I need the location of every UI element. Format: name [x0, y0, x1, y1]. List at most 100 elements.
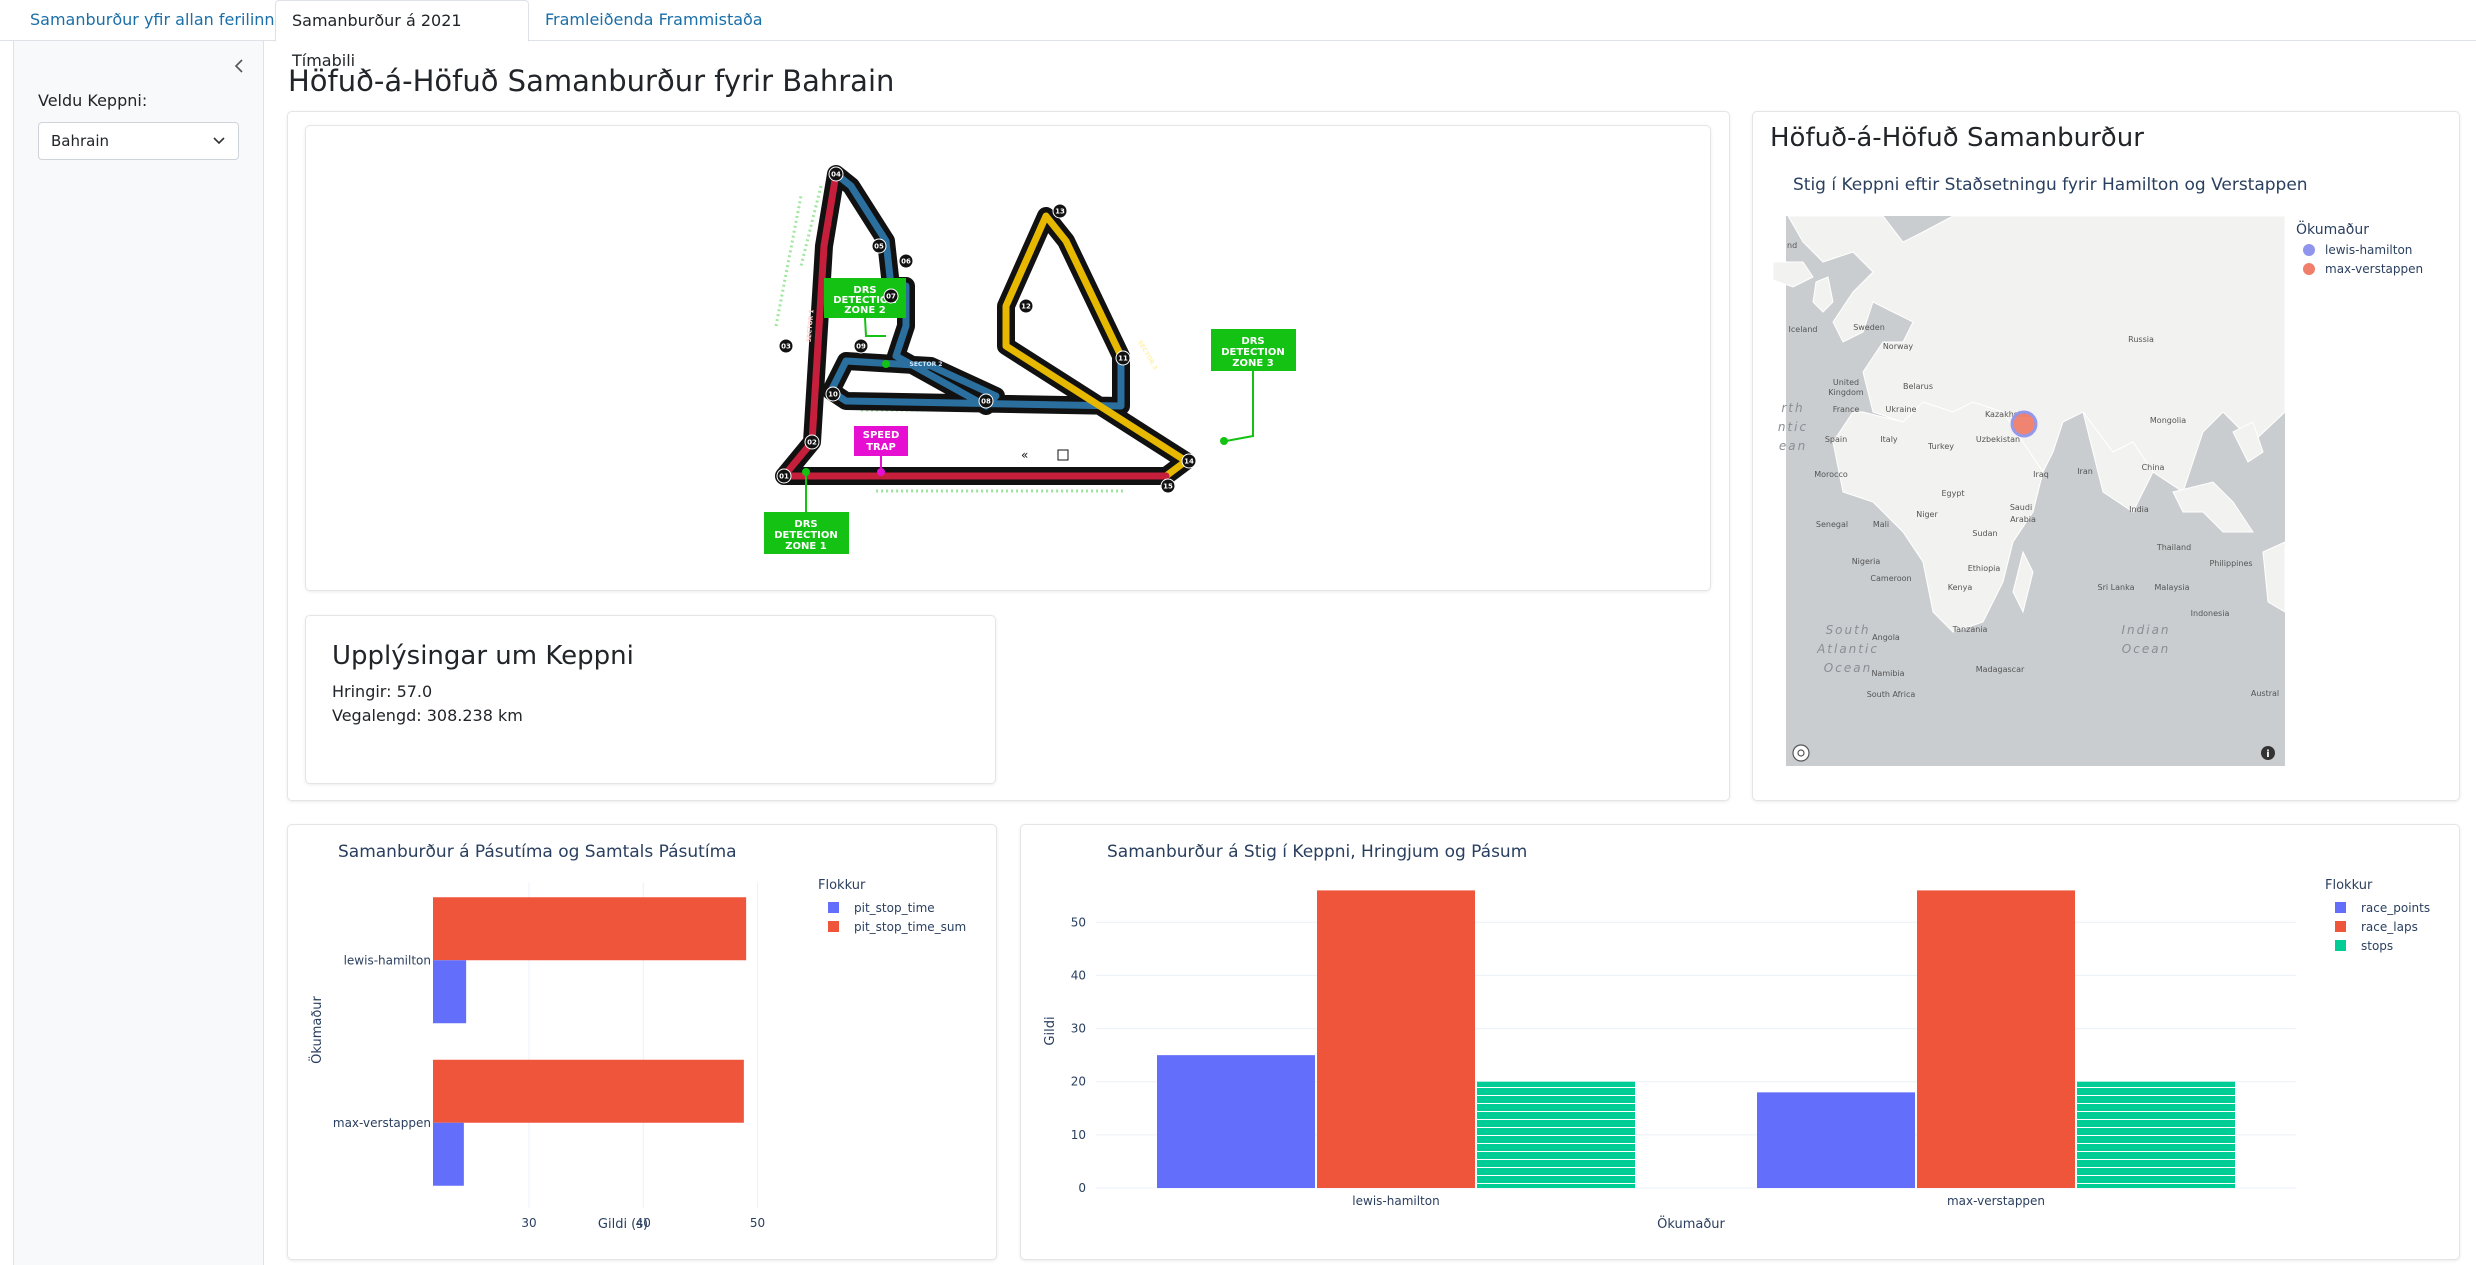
- map-place-label: Iraq: [2033, 470, 2049, 479]
- pit-x-axis-title: Gildi (s): [598, 1217, 648, 1232]
- map-place-label: South Africa: [1867, 690, 1916, 699]
- map-legend-item-max-verstappen[interactable]: max-verstappen: [2303, 262, 2423, 276]
- map-marker-bahrain[interactable]: [2010, 410, 2038, 438]
- map-place-label: Italy: [1880, 435, 1898, 444]
- map-panel: Höfuð-á-Höfuð Samanburður Stig í Keppni …: [1752, 111, 2460, 801]
- pit-legend-item-pit_stop_time[interactable]: pit_stop_time: [828, 901, 935, 915]
- points-legend-item-stops[interactable]: stops: [2335, 939, 2393, 953]
- points-y-tick-label: 20: [1071, 1075, 1086, 1089]
- race-select-label: Veldu Keppni:: [38, 91, 148, 110]
- turn-marker-04: 04: [828, 166, 844, 182]
- points-x-tick-label: max-verstappen: [1947, 1194, 2045, 1208]
- points-legend-title: Flokkur: [2325, 878, 2373, 893]
- map-place-label: Ethiopia: [1968, 564, 2001, 573]
- svg-text:i: i: [2266, 749, 2269, 760]
- tab-constructor-performance[interactable]: Framleiðenda Frammistaða: [529, 0, 779, 41]
- map-place-label: Tanzania: [1952, 625, 1988, 634]
- sector-2-label: SECTOR 2: [910, 361, 943, 368]
- turn-marker-09: 09: [853, 338, 869, 354]
- map-ocean-label: South Atlantic Ocean: [1816, 623, 1879, 675]
- points-y-tick-label: 0: [1078, 1181, 1086, 1195]
- circuit-map-card: DRS DETECTION ZONE 2 DRS DETECTION ZONE …: [305, 125, 1711, 591]
- points-bar-race_laps-lewis-hamilton[interactable]: [1317, 890, 1475, 1188]
- points-bar-stops-lewis-hamilton[interactable]: [1477, 1081, 1635, 1188]
- svg-text:14: 14: [1184, 458, 1194, 466]
- map-place-label: Sudan: [1972, 529, 1997, 538]
- points-x-axis-title: Ökumaður: [1657, 1215, 1725, 1232]
- points-x-tick-label: lewis-hamilton: [1352, 1194, 1439, 1208]
- turn-marker-03: 03: [778, 338, 794, 354]
- points-bar-race_points-lewis-hamilton[interactable]: [1157, 1055, 1315, 1188]
- pit-legend-title: Flokkur: [818, 878, 866, 893]
- map-place-label: Egypt: [1941, 489, 1964, 498]
- map-place-label: Mongolia: [2150, 416, 2186, 425]
- map-place-label: Malaysia: [2155, 583, 2190, 592]
- points-bar-race_points-max-verstappen[interactable]: [1757, 1092, 1915, 1188]
- pit-chart-title: Samanburður á Pásutíma og Samtals Pásutí…: [338, 842, 737, 862]
- svg-text:10: 10: [828, 391, 838, 399]
- points-legend-item-race_laps[interactable]: race_laps: [2335, 920, 2418, 934]
- map-place-label: Sri Lanka: [2098, 583, 2135, 592]
- points-y-tick-label: 40: [1071, 968, 1086, 982]
- pit-y-tick-label: lewis-hamilton: [344, 953, 431, 967]
- race-select[interactable]: Bahrain: [38, 122, 239, 160]
- svg-text:race_laps: race_laps: [2361, 920, 2418, 934]
- points-y-axis-title: Gildi: [1043, 1016, 1058, 1045]
- pit-bar-pit_stop_time-max-verstappen[interactable]: [433, 1122, 464, 1186]
- svg-text:11: 11: [1118, 355, 1128, 363]
- pit-legend-item-pit_stop_time_sum[interactable]: pit_stop_time_sum: [828, 920, 966, 934]
- speed-trap-label: SPEED TRAP: [854, 426, 908, 456]
- turn-marker-15: 15: [1160, 478, 1176, 494]
- mapbox-logo-icon[interactable]: [1792, 744, 1810, 762]
- race-info-card: Upplýsingar um Keppni Hringir: 57.0 Vega…: [305, 615, 996, 784]
- world-map[interactable]: Iceland Sweden Norway Russia United Kingdom Be…: [1772, 215, 2286, 766]
- map-place-label: Iran: [2077, 467, 2093, 476]
- pit-bar-pit_stop_time_sum-lewis-hamilton[interactable]: [433, 897, 747, 961]
- turn-marker-08: 08: [978, 393, 994, 409]
- map-place-label: Norway: [1883, 342, 1914, 351]
- map-place-label: India: [2129, 505, 2149, 514]
- svg-text:13: 13: [1055, 208, 1065, 216]
- pit-y-tick-label: max-verstappen: [333, 1116, 431, 1130]
- race-laps: Hringir: 57.0: [332, 682, 433, 701]
- map-place-label: Thailand: [2156, 543, 2191, 552]
- info-icon[interactable]: i: [2261, 746, 2275, 760]
- turn-marker-11: 11: [1115, 350, 1131, 366]
- map-legend-title: Ökumaður: [2296, 220, 2369, 238]
- map-place-label: Madagascar: [1976, 665, 2025, 674]
- svg-text:ZONE 3: ZONE 3: [1232, 358, 1273, 369]
- tab-bar: Samanburður yfir allan ferilinn Samanbur…: [0, 0, 2476, 70]
- page-title: Höfuð-á-Höfuð Samanburður fyrir Bahrain: [288, 64, 895, 98]
- sidebar: Veldu Keppni: Bahrain: [13, 41, 264, 1265]
- pit-stop-chart: Samanburður á Pásutíma og Samtals Pásutí…: [308, 842, 966, 1232]
- svg-text:TRAP: TRAP: [866, 442, 896, 453]
- tab-season-2021[interactable]: Samanburður á 2021 Tímabili: [275, 0, 529, 70]
- svg-text:SPEED: SPEED: [863, 430, 900, 441]
- pit-bar-pit_stop_time-lewis-hamilton[interactable]: [433, 960, 467, 1024]
- turn-marker-14: 14: [1181, 453, 1197, 469]
- svg-text:04: 04: [831, 171, 841, 179]
- svg-text:«: «: [1021, 448, 1028, 462]
- points-y-tick-label: 50: [1071, 915, 1086, 929]
- chevron-left-icon[interactable]: [227, 54, 251, 78]
- svg-text:pit_stop_time: pit_stop_time: [854, 901, 935, 915]
- drs-zone-3-label: DRS DETECTION ZONE 3: [1211, 329, 1296, 371]
- map-legend-item-lewis-hamilton[interactable]: lewis-hamilton: [2303, 243, 2412, 257]
- turn-marker-12: 12: [1018, 298, 1034, 314]
- map-place-label: Angola: [1872, 633, 1900, 642]
- svg-text:ZONE 1: ZONE 1: [785, 541, 826, 552]
- chevron-down-icon: [212, 123, 226, 173]
- map-place-label: Nigeria: [1852, 557, 1881, 566]
- map-place-label: Namibia: [1871, 669, 1904, 678]
- race-info-title: Upplýsingar um Keppni: [332, 641, 634, 671]
- points-legend-item-race_points[interactable]: race_points: [2335, 901, 2430, 915]
- points-bar-race_laps-max-verstappen[interactable]: [1917, 890, 2075, 1188]
- points-bar-stops-max-verstappen[interactable]: [2077, 1081, 2235, 1188]
- svg-text:DETECTION: DETECTION: [774, 530, 838, 541]
- race-select-value: Bahrain: [51, 132, 110, 150]
- pit-bar-pit_stop_time_sum-max-verstappen[interactable]: [433, 1059, 744, 1123]
- turn-marker-02: 02: [804, 434, 820, 450]
- map-place-label: Cameroon: [1870, 574, 1911, 583]
- tab-career-comparison[interactable]: Samanburður yfir allan ferilinn: [14, 0, 291, 41]
- pit-x-tick-label: 30: [521, 1216, 536, 1230]
